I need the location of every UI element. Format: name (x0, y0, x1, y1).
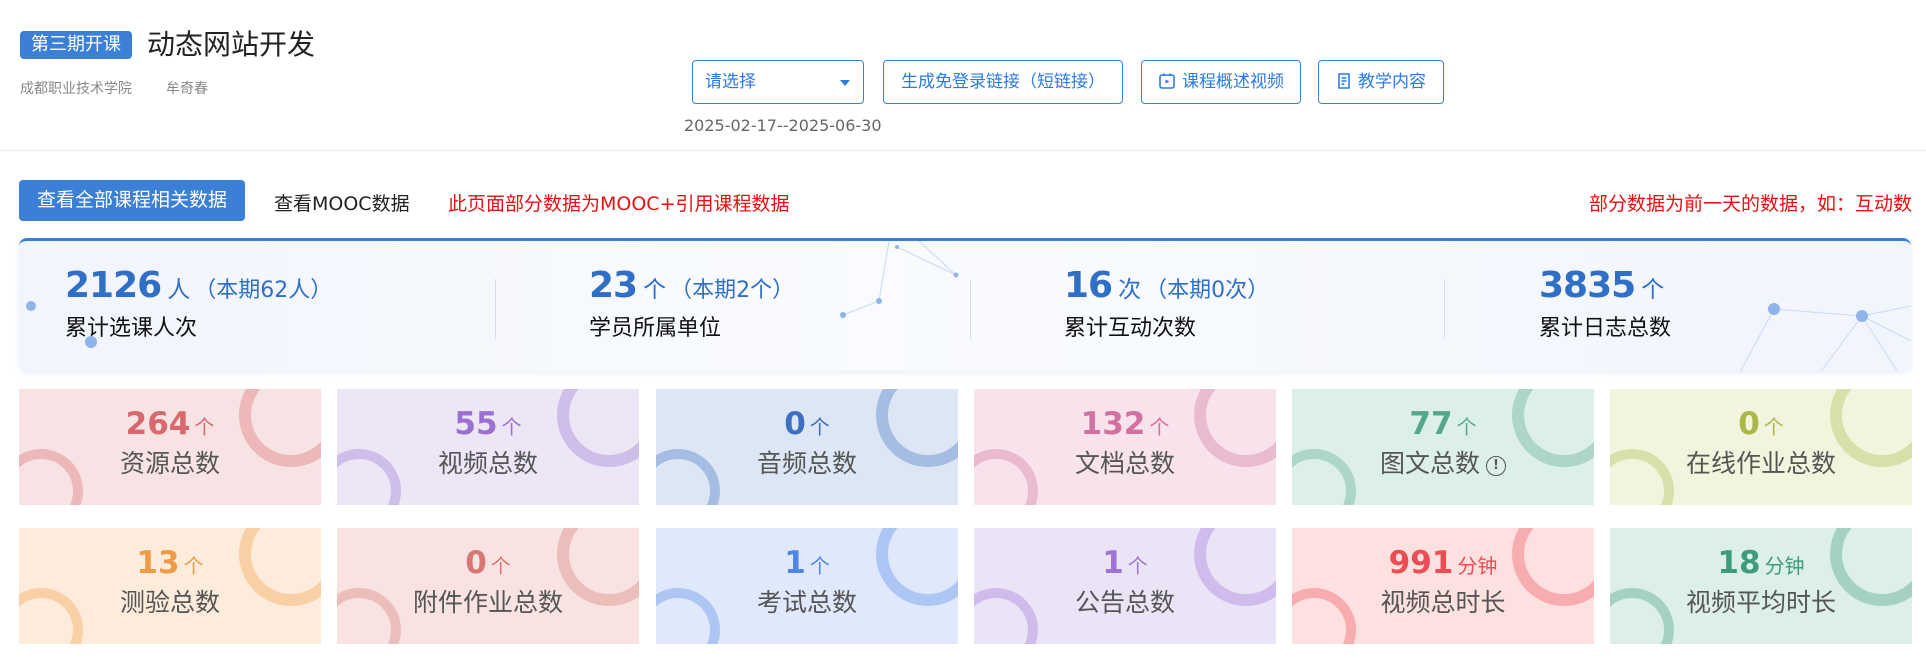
divider (970, 279, 971, 339)
stat-card-video-avg-duration[interactable]: 18 分钟 视频平均时长 (1610, 528, 1912, 644)
term-select[interactable]: 请选择 (692, 60, 864, 104)
stat-card-resources[interactable]: 264 个 资源总数 (19, 389, 321, 505)
teaching-content-label: 教学内容 (1358, 72, 1426, 92)
data-source-note: 此页面部分数据为MOOC+引用课程数据 (448, 193, 790, 215)
generate-link-button[interactable]: 生成免登录链接（短链接） (883, 60, 1123, 104)
stat-card-attachment-homework[interactable]: 0个 附件作业总数 (337, 528, 639, 644)
caret-down-icon (840, 80, 850, 86)
course-header: 第三期开课 动态网站开发 成都职业技术学院 牟奇春 请选择 生成免登录链接（短链… (0, 0, 1926, 151)
summary-panel: 2126 人（本期62人） 累计选课人次 23 个（本期2个） 学员所属单位 16 次… (19, 238, 1911, 371)
stat-interactions: 16 次（本期0次） 累计互动次数 (1064, 265, 1270, 341)
stat-organizations: 23 个（本期2个） 学员所属单位 (589, 265, 795, 341)
tab-mooc-data[interactable]: 查看MOOC数据 (274, 189, 410, 216)
video-icon (1159, 73, 1175, 89)
date-range: 2025-02-17--2025-06-30 (684, 116, 882, 135)
stat-card-video-duration[interactable]: 991 分钟 视频总时长 (1292, 528, 1594, 644)
stat-card-audio[interactable]: 0个 音频总数 (656, 389, 958, 505)
course-video-button[interactable]: 课程概述视频 (1141, 60, 1301, 104)
stat-card-quizzes[interactable]: 13 个 测验总数 (19, 528, 321, 644)
stat-enrollment: 2126 人（本期62人） 累计选课人次 (65, 265, 333, 341)
divider (495, 279, 496, 339)
info-icon[interactable]: ! (1486, 456, 1506, 476)
stat-logs: 3835 个 累计日志总数 (1539, 265, 1672, 341)
school-name: 成都职业技术学院 (20, 81, 132, 97)
teaching-content-button[interactable]: 教学内容 (1318, 60, 1444, 104)
course-video-label: 课程概述视频 (1182, 72, 1284, 92)
stat-card-announcements[interactable]: 1个 公告总数 (974, 528, 1276, 644)
term-badge: 第三期开课 (20, 31, 132, 59)
term-select-value: 请选择 (705, 72, 756, 92)
course-title: 动态网站开发 (147, 28, 316, 61)
stat-card-exams[interactable]: 1个 考试总数 (656, 528, 958, 644)
data-delay-note: 部分数据为前一天的数据，如：互动数 (1588, 193, 1912, 215)
document-icon (1338, 73, 1350, 89)
stat-card-documents[interactable]: 132 个 文档总数 (974, 389, 1276, 505)
divider (1444, 279, 1445, 339)
stat-card-videos[interactable]: 55 个 视频总数 (337, 389, 639, 505)
teacher-name: 牟奇春 (166, 81, 208, 97)
stat-card-graphics[interactable]: 77 个 图文总数! (1292, 389, 1594, 505)
stat-card-online-homework[interactable]: 0个 在线作业总数 (1610, 389, 1912, 505)
tab-all-course-data[interactable]: 查看全部课程相关数据 (19, 180, 245, 221)
